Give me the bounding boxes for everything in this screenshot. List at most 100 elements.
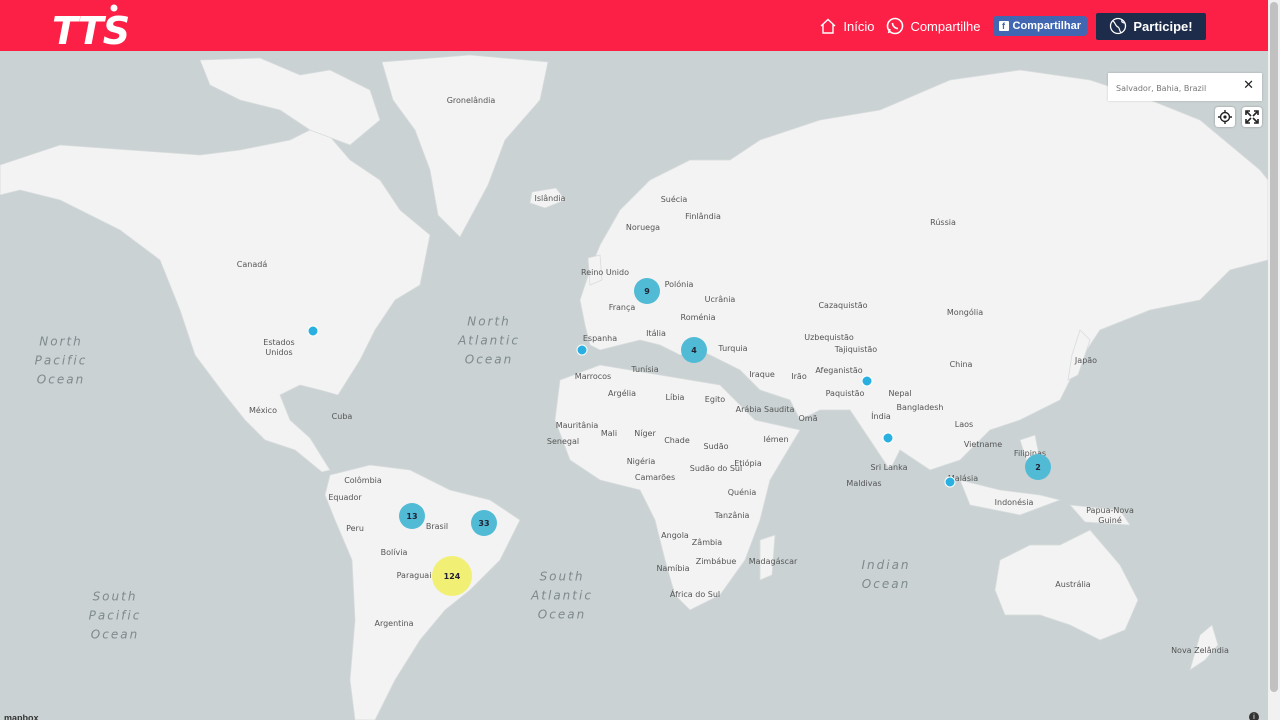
country-label: Chade [664, 436, 690, 445]
country-label: Senegal [546, 437, 580, 446]
country-label: Omã [798, 414, 818, 423]
cluster-mediterranean[interactable]: 4 [681, 337, 707, 363]
country-label: Mauritânia [555, 421, 599, 430]
country-label: Egito [704, 395, 726, 404]
locate-button[interactable] [1215, 107, 1235, 127]
country-label: Argentina [374, 619, 414, 628]
country-label: Marrocos [574, 372, 612, 381]
map-point[interactable] [576, 344, 588, 356]
country-label: Angola [661, 531, 689, 540]
map-point[interactable] [882, 432, 894, 444]
ocean-text: North Atlantic Ocean [458, 314, 520, 367]
facebook-icon: f [998, 21, 1009, 31]
country-label: Indonésia [994, 498, 1034, 507]
top-header: TTS Início Compartilhe f Compartilhar Pa… [0, 0, 1268, 51]
participate-button[interactable]: Participe! [1096, 12, 1206, 40]
country-label: Tunísia [631, 365, 659, 374]
country-label: Tanzânia [714, 511, 750, 520]
country-label: Finlândia [685, 212, 721, 221]
country-label: Suécia [660, 195, 688, 204]
country-label: Mali [600, 429, 618, 438]
country-label: Iémen [763, 435, 789, 444]
country-label: África do Sul [669, 590, 721, 599]
cluster-philippines[interactable]: 2 [1025, 454, 1051, 480]
country-label: Peru [346, 524, 364, 533]
country-label: Sri Lanka [870, 463, 908, 472]
clear-search-button[interactable]: ✕ [1243, 79, 1254, 93]
scrollbar-thumb[interactable] [1270, 2, 1278, 692]
country-label: Itália [646, 329, 666, 338]
country-label: Quénia [727, 488, 757, 497]
map-point[interactable] [944, 476, 956, 488]
cluster-amazon[interactable]: 13 [399, 503, 425, 529]
facebook-share-label: Compartilhar [1012, 20, 1081, 32]
country-label: Líbia [665, 393, 685, 402]
country-label: França [608, 303, 636, 312]
tts-logo-text: TTS [52, 9, 129, 48]
fullscreen-button[interactable] [1242, 107, 1262, 127]
country-label: Zimbábue [695, 557, 737, 566]
map-base [0, 54, 1268, 720]
whatsapp-icon [887, 17, 904, 35]
country-label: Rússia [930, 218, 956, 227]
cluster-europe[interactable]: 9 [634, 278, 660, 304]
country-label: Austrália [1055, 580, 1091, 589]
country-label: Ucrânia [704, 295, 736, 304]
country-label: Arábia Saudita [735, 405, 795, 414]
nav-home-link[interactable]: Início [819, 18, 874, 34]
country-label: Estados Unidos [263, 338, 295, 357]
country-label: Paquistão [825, 389, 865, 398]
country-label: Brasil [425, 522, 449, 531]
country-label: Cazaquistão [818, 301, 868, 310]
facebook-share-button[interactable]: f Compartilhar [992, 16, 1087, 36]
country-label: Maldivas [846, 479, 882, 488]
country-label: Madagáscar [748, 557, 798, 566]
nav-share-label: Compartilhe [910, 18, 981, 34]
map-point[interactable] [307, 325, 319, 337]
home-icon [820, 18, 836, 34]
world-map[interactable]: North Pacific Ocean North Atlantic Ocean… [0, 51, 1268, 720]
country-label: Irão [791, 372, 807, 381]
page-scrollbar[interactable] [1268, 0, 1280, 720]
country-label: Nova Zelândia [1171, 646, 1229, 655]
nav-share-link[interactable]: Compartilhe [886, 17, 981, 35]
country-label: Argélia [608, 389, 636, 398]
country-label: Mongólia [946, 308, 984, 317]
ocean-text: Indian Ocean [861, 558, 911, 591]
country-label: Namíbia [656, 564, 690, 573]
country-label: Laos [954, 420, 974, 429]
country-label: Sudão [703, 442, 729, 451]
map-point[interactable] [861, 375, 873, 387]
country-label: Paraguai [396, 571, 432, 580]
country-label: Tajiquistão [834, 345, 878, 354]
country-label: Gronelândia [446, 96, 496, 105]
country-label: Etiópia [734, 459, 762, 468]
country-label: Bolívia [380, 548, 408, 557]
country-label: Camarões [634, 473, 676, 482]
tts-logo[interactable]: TTS [52, 4, 132, 48]
attribution-info-button[interactable]: i [1249, 712, 1259, 720]
ocean-text: South Atlantic Ocean [531, 569, 593, 622]
country-label: Polónia [664, 280, 694, 289]
ocean-label: Indian Ocean [861, 556, 910, 594]
country-label: Islândia [534, 194, 566, 203]
country-label: Iraque [749, 370, 775, 379]
country-label: Papua-Nova Guiné [1086, 506, 1134, 525]
mapbox-logo[interactable]: mapbox [4, 713, 39, 720]
crosshair-icon [1218, 110, 1232, 124]
cluster-southeast-brazil[interactable]: 124 [432, 556, 472, 596]
country-label: Espanha [582, 334, 618, 343]
country-label: Afeganistão [815, 366, 863, 375]
ocean-label: North Pacific Ocean [35, 333, 88, 390]
country-label: Colômbia [344, 476, 382, 485]
search-input[interactable] [1114, 79, 1238, 97]
country-label: Reino Unido [581, 268, 629, 277]
mapbox-logo-text: mapbox [4, 713, 39, 720]
ocean-label: South Atlantic Ocean [531, 568, 593, 625]
location-search: ✕ [1108, 73, 1262, 101]
country-label: Zâmbia [691, 538, 723, 547]
country-label: Níger [634, 429, 656, 438]
country-label: Nepal [888, 389, 912, 398]
cluster-bahia[interactable]: 33 [471, 510, 497, 536]
ocean-label: North Atlantic Ocean [458, 313, 520, 370]
